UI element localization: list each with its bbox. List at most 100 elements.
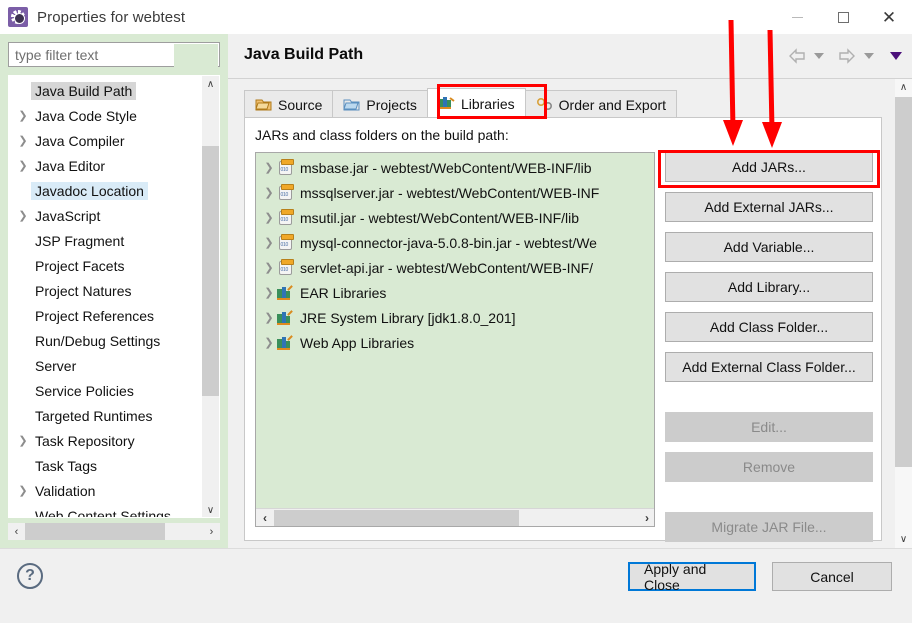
button-group-separator [665, 392, 873, 412]
chevron-down-icon[interactable] [890, 52, 902, 60]
maximize-button[interactable] [820, 0, 866, 34]
tab-source[interactable]: Source [244, 90, 334, 119]
apply-and-close-button[interactable]: Apply and Close [628, 561, 756, 593]
window-controls: ✕ [774, 0, 912, 34]
list-scroll-left-icon[interactable]: ‹ [256, 509, 274, 527]
chevron-right-icon[interactable]: ❯ [15, 134, 31, 147]
content-vertical-scrollbar[interactable]: ∧ ∨ [895, 79, 912, 548]
minimize-button[interactable] [774, 0, 820, 34]
sidebar-item-server[interactable]: Server [9, 353, 199, 378]
sidebar-item-web-content-settings[interactable]: Web Content Settings [9, 503, 199, 518]
scroll-down-icon[interactable]: ∨ [202, 502, 219, 517]
order-export-icon [536, 97, 553, 114]
add-external-class-folder-button[interactable]: Add External Class Folder... [665, 352, 873, 382]
tab-bar[interactable]: Source Projects Libraries Order and Export [244, 87, 678, 119]
nav-group [784, 44, 902, 68]
build-path-entry[interactable]: ❯ 010 mssqlserver.jar - webtest/WebContent… [256, 180, 654, 205]
forward-arrow-icon[interactable] [834, 44, 860, 68]
build-path-entry[interactable]: ❯ JRE System Library [jdk1.8.0_201] [256, 305, 654, 330]
chevron-right-icon[interactable]: ❯ [262, 236, 276, 249]
content-scrollbar-thumb[interactable] [895, 97, 912, 467]
chevron-right-icon[interactable]: ❯ [15, 159, 31, 172]
list-scrollbar-thumb[interactable] [274, 509, 519, 526]
list-horizontal-scrollbar[interactable]: ‹ › [256, 508, 654, 527]
sidebar-item-task-repository[interactable]: ❯ Task Repository [9, 428, 199, 453]
sidebar-item-javascript[interactable]: ❯ JavaScript [9, 203, 199, 228]
forward-history-caret-icon[interactable] [864, 53, 874, 59]
chevron-right-icon[interactable]: ❯ [262, 186, 276, 199]
page-title: Java Build Path [244, 46, 364, 63]
sidebar-item-java-code-style[interactable]: ❯ Java Code Style [9, 103, 199, 128]
sidebar-item-project-facets[interactable]: Project Facets [9, 253, 199, 278]
chevron-right-icon[interactable]: ❯ [262, 286, 276, 299]
tab-projects[interactable]: Projects [332, 90, 428, 119]
sidebar-item-service-policies[interactable]: Service Policies [9, 378, 199, 403]
add-variable-button[interactable]: Add Variable... [665, 232, 873, 262]
help-icon[interactable]: ? [17, 563, 43, 589]
sidebar-item-javadoc-location[interactable]: Javadoc Location [9, 178, 199, 203]
sidebar-item-targeted-runtimes[interactable]: Targeted Runtimes [9, 403, 199, 428]
scrollbar-thumb-h[interactable] [25, 523, 165, 540]
build-path-entry[interactable]: ❯ 010 mysql-connector-java-5.0.8-bin.jar -… [256, 230, 654, 255]
settings-tree[interactable]: Java Build Path ❯ Java Code Style ❯ Java Com… [9, 76, 199, 518]
sidebar-item-task-tags[interactable]: Task Tags [9, 453, 199, 478]
build-path-entry-label: msbase.jar - webtest/WebContent/WEB-INF/… [300, 159, 592, 176]
chevron-right-icon[interactable]: ❯ [262, 211, 276, 224]
filter-placeholder: type filter text [15, 46, 99, 63]
chevron-right-icon[interactable]: ❯ [262, 161, 276, 174]
sidebar-item-validation[interactable]: ❯ Validation [9, 478, 199, 503]
sidebar-item-label: JavaScript [35, 207, 101, 224]
build-path-entry[interactable]: ❯ 010 msbase.jar - webtest/WebContent/WEB-… [256, 155, 654, 180]
build-path-list[interactable]: ❯ 010 msbase.jar - webtest/WebContent/WEB-… [255, 152, 655, 527]
sidebar-horizontal-scrollbar[interactable]: ‹ › [8, 523, 220, 540]
build-path-entry[interactable]: ❯ 010 servlet-api.jar - webtest/WebContent… [256, 255, 654, 280]
tab-label: Libraries [460, 96, 515, 112]
add-class-folder-button[interactable]: Add Class Folder... [665, 312, 873, 342]
filter-input-wrapper[interactable]: type filter text [8, 42, 220, 67]
content-scroll-down-icon[interactable]: ∨ [895, 531, 912, 548]
build-path-entry[interactable]: ❯ EAR Libraries [256, 280, 654, 305]
chevron-right-icon[interactable]: ❯ [262, 336, 276, 349]
tab-order-and-export[interactable]: Order and Export [524, 90, 678, 119]
close-button[interactable]: ✕ [866, 0, 912, 34]
chevron-right-icon[interactable]: ❯ [262, 311, 276, 324]
build-path-entry-label: mssqlserver.jar - webtest/WebContent/WEB… [300, 184, 600, 201]
chevron-right-icon[interactable]: ❯ [15, 484, 31, 497]
jar-icon: 010 [276, 258, 294, 275]
build-path-entry-label: msutil.jar - webtest/WebContent/WEB-INF/… [300, 209, 580, 226]
sidebar-item-java-build-path[interactable]: Java Build Path [9, 78, 199, 103]
cancel-button[interactable]: Cancel [772, 562, 892, 591]
sidebar-item-run-debug-settings[interactable]: Run/Debug Settings [9, 328, 199, 353]
scroll-right-icon[interactable]: › [203, 523, 220, 540]
add-external-jars-button[interactable]: Add External JARs... [665, 192, 873, 222]
sidebar-item-label: Java Build Path [31, 81, 137, 100]
chevron-right-icon[interactable]: ❯ [262, 261, 276, 274]
sidebar-item-java-compiler[interactable]: ❯ Java Compiler [9, 128, 199, 153]
build-path-entry[interactable]: ❯ 010 msutil.jar - webtest/WebContent/WEB-… [256, 205, 654, 230]
sidebar-vertical-scrollbar[interactable]: ∧ ∨ [202, 76, 219, 517]
scroll-left-icon[interactable]: ‹ [8, 523, 25, 540]
jar-icon: 010 [276, 183, 294, 200]
sidebar-item-jsp-fragment[interactable]: JSP Fragment [9, 228, 199, 253]
sidebar-item-project-references[interactable]: Project References [9, 303, 199, 328]
add-library-button[interactable]: Add Library... [665, 272, 873, 302]
tab-libraries[interactable]: Libraries [426, 88, 526, 119]
sidebar-item-label: Targeted Runtimes [35, 407, 153, 424]
chevron-right-icon[interactable]: ❯ [15, 109, 31, 122]
chevron-right-icon[interactable]: ❯ [15, 434, 31, 447]
add-jars-button[interactable]: Add JARs... [665, 152, 873, 182]
build-path-entries[interactable]: ❯ 010 msbase.jar - webtest/WebContent/WEB-… [256, 155, 654, 510]
scrollbar-thumb[interactable] [202, 146, 219, 396]
sidebar-item-java-editor[interactable]: ❯ Java Editor [9, 153, 199, 178]
back-history-caret-icon[interactable] [814, 53, 824, 59]
back-arrow-icon[interactable] [784, 44, 810, 68]
build-path-entry[interactable]: ❯ Web App Libraries [256, 330, 654, 355]
tab-label: Projects [366, 97, 417, 113]
list-scroll-right-icon[interactable]: › [638, 509, 654, 527]
filter-overlay [174, 44, 218, 67]
content-scroll-up-icon[interactable]: ∧ [895, 79, 912, 96]
scroll-up-icon[interactable]: ∧ [202, 76, 219, 93]
chevron-right-icon[interactable]: ❯ [15, 209, 31, 222]
sidebar-item-project-natures[interactable]: Project Natures [9, 278, 199, 303]
sidebar-item-label: Server [35, 357, 77, 374]
